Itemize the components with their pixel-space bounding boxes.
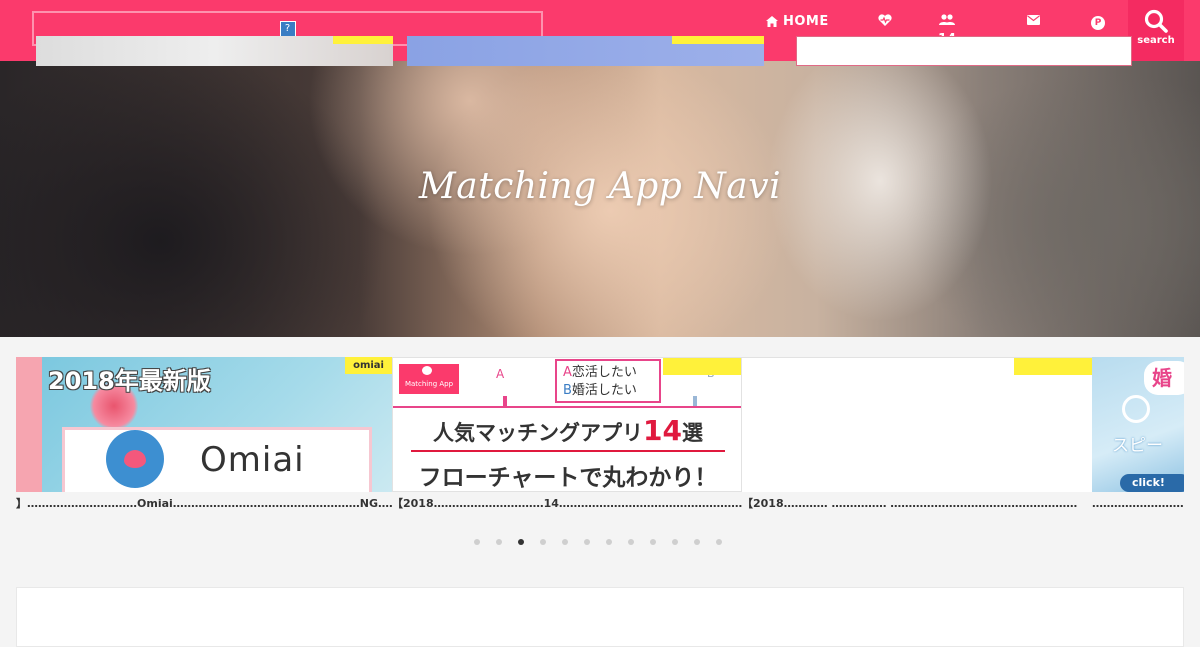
featured-carousel: 2018年最新版 Omiai omiai 】…………………………Omiai………… xyxy=(16,357,1184,557)
ring-icon xyxy=(1122,395,1150,423)
home-icon xyxy=(766,16,778,27)
broken-image-icon: ? xyxy=(279,20,296,37)
category-tag[interactable] xyxy=(663,358,741,375)
speed-text: スピー xyxy=(1112,436,1163,456)
click-badge: click! xyxy=(1120,474,1184,492)
carousel-dot[interactable] xyxy=(496,539,502,545)
search-button[interactable]: search xyxy=(1128,0,1184,61)
carousel-dot[interactable] xyxy=(474,539,480,545)
article-thumbnail[interactable] xyxy=(407,36,764,66)
category-tag[interactable] xyxy=(1014,358,1092,375)
slide-thumbnail[interactable]: Matching App Navi A A恋活したい B婚活したい B 人気マッ… xyxy=(392,357,742,492)
users-icon xyxy=(939,14,956,25)
carousel-dot[interactable] xyxy=(518,539,524,545)
nav-home-label: HOME xyxy=(783,14,829,29)
thumbnail-heading: 2018年最新版 xyxy=(48,367,211,395)
carousel-dot[interactable] xyxy=(562,539,568,545)
flow-question-box: A恋活したい B婚活したい xyxy=(555,359,661,403)
carousel-slide[interactable]: 【2018………… …………… …………………………………………… xyxy=(742,357,1092,557)
article-list-card xyxy=(16,587,1184,647)
slide-title[interactable]: 】…………………………Omiai……………………………………………NG…… xyxy=(16,496,392,512)
divider xyxy=(393,406,741,408)
heart-icon xyxy=(422,366,432,375)
thumbnail-headline: 人気マッチングアプリ14選 xyxy=(393,414,741,447)
category-tag[interactable] xyxy=(672,36,764,44)
slide-thumbnail[interactable]: 婚 スピー click! xyxy=(1092,357,1184,492)
p-icon: P xyxy=(1091,16,1105,30)
carousel-slide[interactable]: 婚 スピー click! ……………………………… xyxy=(1092,357,1184,557)
brand-wordmark: Omiai xyxy=(200,440,305,480)
option-a-marker: A xyxy=(563,365,572,380)
headline-number: 14 xyxy=(643,414,682,447)
headline-suffix: 選 xyxy=(681,421,703,445)
search-icon xyxy=(1144,9,1168,33)
carousel-slide[interactable]: Matching App Navi A A恋活したい B婚活したい B 人気マッ… xyxy=(392,357,742,557)
slide-thumbnail[interactable] xyxy=(742,357,1092,492)
article-thumbnail[interactable] xyxy=(36,36,393,66)
carousel-pagination xyxy=(474,539,722,545)
carousel-dot[interactable] xyxy=(628,539,634,545)
option-b-marker: B xyxy=(563,383,572,398)
nav-mail[interactable] xyxy=(1027,14,1040,29)
category-tag[interactable] xyxy=(333,36,393,44)
heart-icon xyxy=(124,450,146,468)
divider xyxy=(411,450,725,452)
option-a-text: 恋活したい xyxy=(571,365,637,380)
carousel-slide[interactable] xyxy=(16,357,42,557)
mail-icon xyxy=(1027,15,1040,25)
nav-heart[interactable] xyxy=(878,14,892,30)
search-label: search xyxy=(1137,35,1175,46)
category-tag[interactable]: omiai xyxy=(345,357,392,374)
carousel-dot[interactable] xyxy=(694,539,700,545)
nav-p-badge[interactable]: P xyxy=(1091,14,1105,30)
carousel-dot[interactable] xyxy=(716,539,722,545)
flow-arrow-icon xyxy=(503,396,507,406)
slide-thumbnail[interactable] xyxy=(16,357,42,492)
hero-banner: Matching App Navi xyxy=(0,61,1200,337)
slide-title[interactable]: 【2018…………………………14…………………………………………… xyxy=(392,496,742,512)
headline-prefix: 人気マッチングアプリ xyxy=(433,421,644,445)
marriage-badge: 婚 xyxy=(1144,361,1184,395)
carousel-dot[interactable] xyxy=(606,539,612,545)
flow-arrow-icon xyxy=(693,396,697,406)
thumbnail-subheadline: フローチャートで丸わかり！ xyxy=(418,465,718,491)
hero-title[interactable]: Matching App Navi xyxy=(0,166,1200,207)
carousel-dot[interactable] xyxy=(540,539,546,545)
slide-title[interactable]: 【2018………… …………… …………………………………………… xyxy=(742,496,1092,512)
nav-home[interactable]: HOME xyxy=(766,14,829,29)
flow-letter-a: A xyxy=(496,367,505,381)
carousel-dot[interactable] xyxy=(650,539,656,545)
carousel-dot[interactable] xyxy=(672,539,678,545)
slide-title[interactable]: ……………………………… xyxy=(1092,496,1184,512)
slide-thumbnail[interactable]: 2018年最新版 Omiai omiai xyxy=(42,357,392,492)
option-b-text: 婚活したい xyxy=(571,383,637,398)
carousel-slide[interactable]: 2018年最新版 Omiai omiai 】…………………………Omiai………… xyxy=(16,357,392,557)
carousel-dot[interactable] xyxy=(584,539,590,545)
article-thumbnail[interactable] xyxy=(796,36,1132,66)
heart-pulse-icon xyxy=(878,14,892,26)
